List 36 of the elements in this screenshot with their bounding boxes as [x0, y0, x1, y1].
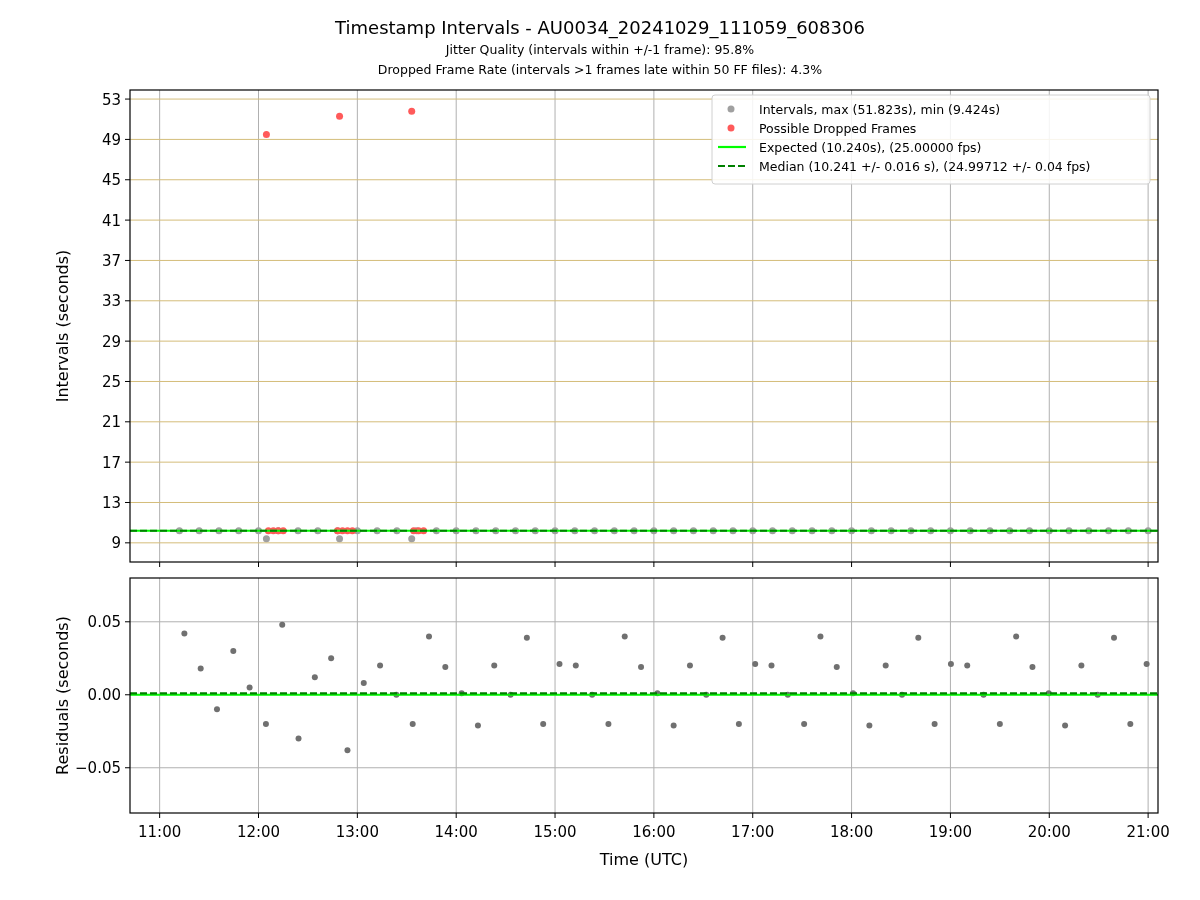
- legend-label: Intervals, max (51.823s), min (9.424s): [759, 101, 1001, 117]
- legend-label: Possible Dropped Frames: [759, 120, 917, 136]
- y-axis-label: Intervals (seconds): [53, 249, 72, 403]
- x-tick-label: 16:00: [632, 823, 676, 841]
- x-tick-label: 21:00: [1126, 823, 1170, 841]
- y-tick-label: 37: [101, 251, 121, 270]
- x-axis-label: Time (UTC): [599, 850, 689, 869]
- y-tick-label: −0.05: [75, 759, 121, 778]
- y-tick-label: 9: [111, 534, 121, 553]
- x-tick-label: 19:00: [928, 823, 973, 841]
- y-tick-label: 13: [101, 494, 121, 512]
- y-tick-label: 53: [101, 90, 121, 109]
- x-tick-label: 14:00: [434, 823, 478, 841]
- x-tick-label: 15:00: [533, 823, 577, 841]
- x-tick-label: 20:00: [1027, 823, 1071, 841]
- y-tick-label: 41: [101, 211, 121, 230]
- y-tick-label: 21: [101, 413, 121, 432]
- x-tick-label: 12:00: [236, 823, 281, 841]
- y-tick-label: 29: [101, 332, 121, 351]
- x-tick-label: 17:00: [731, 823, 775, 841]
- y-tick-label: 0.05: [87, 613, 121, 632]
- legend-label: Median (10.241 +/- 0.016 s), (24.99712 +/- 0.04 fps): [759, 158, 1091, 174]
- y-tick-label: 25: [101, 372, 121, 391]
- y-tick-label: 0.00: [87, 686, 121, 705]
- chart-subtitle: Dropped Frame Rate (intervals >1 frames late within 50 FF files): 4.3%: [377, 61, 823, 79]
- x-tick-label: 13:00: [335, 823, 379, 841]
- y-tick-label: 49: [101, 130, 121, 149]
- chart-title: Timestamp Intervals - AU0034_20241029_111059_608306: [335, 16, 865, 40]
- y-tick-label: 17: [101, 453, 121, 472]
- y-tick-label: 33: [101, 292, 121, 311]
- y-tick-label: 45: [101, 171, 121, 190]
- x-tick-label: 11:00: [138, 823, 182, 841]
- x-tick-label: 18:00: [829, 823, 874, 841]
- legend-label: Expected (10.240s), (25.00000 fps): [759, 139, 982, 155]
- chart-subtitle: Jitter Quality (intervals within +/-1 frame): 95.8%: [445, 41, 755, 59]
- y-axis-label: Residuals (seconds): [53, 616, 72, 775]
